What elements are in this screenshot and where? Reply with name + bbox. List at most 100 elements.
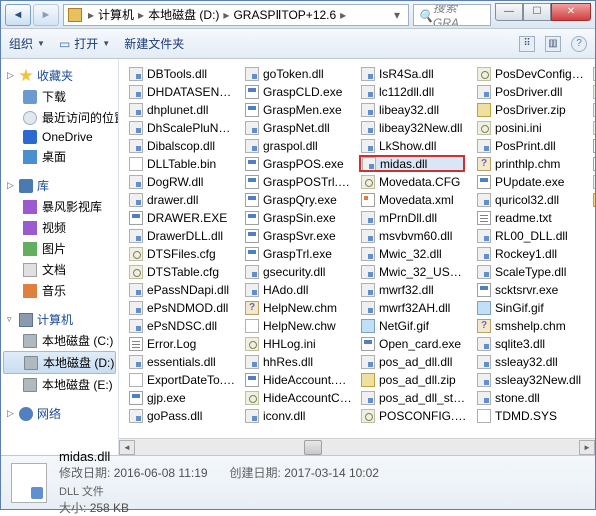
file-item[interactable]: ux32w.dll bbox=[591, 173, 595, 190]
file-item[interactable]: updateRetail.xml bbox=[591, 155, 595, 172]
breadcrumb-part[interactable]: 计算机 bbox=[98, 6, 134, 23]
file-item[interactable]: readme.txt bbox=[475, 209, 587, 226]
file-item[interactable]: update.ini bbox=[591, 119, 595, 136]
file-item[interactable]: Open_card.exe bbox=[359, 335, 471, 352]
file-item[interactable]: PosDriver.zip bbox=[475, 101, 587, 118]
file-item[interactable]: Movedata.CFG bbox=[359, 173, 471, 190]
scroll-left-arrow[interactable]: ◄ bbox=[119, 440, 135, 455]
file-item[interactable]: GraspPOSTrl.exe bbox=[243, 173, 355, 190]
sidebar-item[interactable]: 本地磁盘 (E:) bbox=[1, 374, 118, 395]
file-item[interactable]: DBTools.dll bbox=[127, 65, 239, 82]
file-item[interactable]: SinGif.gif bbox=[475, 299, 587, 316]
file-item[interactable]: ePsNDSC.dll bbox=[127, 317, 239, 334]
file-item[interactable]: Mwic_32_USB.dll bbox=[359, 263, 471, 280]
address-dropdown[interactable]: ▾ bbox=[390, 8, 404, 22]
nav-forward-button[interactable]: ► bbox=[33, 4, 59, 26]
file-item[interactable]: goToken.dll bbox=[243, 65, 355, 82]
file-item[interactable]: DLLTable.bin bbox=[127, 155, 239, 172]
organize-menu[interactable]: 组织▼ bbox=[9, 35, 45, 52]
help-icon[interactable]: ? bbox=[571, 36, 587, 52]
file-item[interactable]: mwrf32AH.dll bbox=[359, 299, 471, 316]
close-button[interactable]: ✕ bbox=[551, 3, 591, 21]
breadcrumb-part[interactable]: 本地磁盘 (D:) bbox=[148, 6, 219, 23]
file-item[interactable]: TradeCfg.CFG bbox=[591, 83, 595, 100]
search-box[interactable]: 🔍 搜索 GRA... bbox=[413, 4, 491, 26]
file-item[interactable]: HelpNew.chw bbox=[243, 317, 355, 334]
maximize-button[interactable]: ☐ bbox=[523, 3, 551, 21]
file-item[interactable]: dhplunet.dll bbox=[127, 101, 239, 118]
horizontal-scrollbar[interactable]: ◄ ► bbox=[119, 438, 595, 455]
file-item[interactable]: GraspSin.exe bbox=[243, 209, 355, 226]
file-item[interactable]: RL00_DLL.dll bbox=[475, 227, 587, 244]
file-item[interactable]: smshelp.chm bbox=[475, 317, 587, 334]
file-item[interactable]: GraspQry.exe bbox=[243, 191, 355, 208]
file-item[interactable]: DrawerDLL.dll bbox=[127, 227, 239, 244]
file-item[interactable]: libeay32New.dll bbox=[359, 119, 471, 136]
sidebar-item[interactable]: 暴风影视库 bbox=[1, 196, 118, 217]
file-item[interactable]: hhRes.dll bbox=[243, 353, 355, 370]
file-item[interactable]: Error.Log bbox=[127, 335, 239, 352]
file-item[interactable]: essentials.dll bbox=[127, 353, 239, 370]
file-item[interactable]: HideAccountConfig.Ini bbox=[243, 389, 355, 406]
file-item[interactable]: GraspTrl.exe bbox=[243, 245, 355, 262]
sidebar-item[interactable]: OneDrive bbox=[1, 128, 118, 146]
sidebar-item[interactable]: 文档 bbox=[1, 259, 118, 280]
sidebar-item[interactable]: 本地磁盘 (D:) bbox=[3, 351, 116, 374]
file-item[interactable]: DHDATASEND.dll bbox=[127, 83, 239, 100]
file-item[interactable]: PosPrint.dll bbox=[475, 137, 587, 154]
file-item[interactable]: quricol32.dll bbox=[475, 191, 587, 208]
file-item[interactable]: GraspSvr.exe bbox=[243, 227, 355, 244]
file-item[interactable]: ExportDateTo.cds bbox=[127, 371, 239, 388]
file-item[interactable]: libeay32.dll bbox=[359, 101, 471, 118]
file-item[interactable]: IsR4Sa.dll bbox=[359, 65, 471, 82]
file-item[interactable]: pos_ad_dll.zip bbox=[359, 371, 471, 388]
file-item[interactable]: TDMD.SYS bbox=[475, 407, 587, 424]
file-item[interactable]: DTSTable.cfg bbox=[127, 263, 239, 280]
nav-back-button[interactable]: ◄ bbox=[5, 4, 31, 26]
file-item[interactable]: HHLog.ini bbox=[243, 335, 355, 352]
file-item[interactable]: DTSFiles.cfg bbox=[127, 245, 239, 262]
file-item[interactable]: iconv.dll bbox=[243, 407, 355, 424]
view-options-icon[interactable]: ⠿ bbox=[519, 36, 535, 52]
file-item[interactable]: vn2 bbox=[591, 191, 595, 208]
address-bar[interactable]: ▸ 计算机 ▸ 本地磁盘 (D:) ▸ GRASPⅡTOP+12.6 ▸ ▾ bbox=[63, 4, 409, 26]
file-item[interactable]: pos_ad_dll_stdcall.dll bbox=[359, 389, 471, 406]
sidebar-item[interactable]: 图片 bbox=[1, 238, 118, 259]
file-item[interactable]: ePassNDapi.dll bbox=[127, 281, 239, 298]
file-item[interactable]: gjp.exe bbox=[127, 389, 239, 406]
open-button[interactable]: ▭ 打开▼ bbox=[59, 35, 110, 52]
file-item[interactable]: Dibalscop.dll bbox=[127, 137, 239, 154]
file-item[interactable]: ssleay32.dll bbox=[475, 353, 587, 370]
file-item[interactable]: HideAccount.exe bbox=[243, 371, 355, 388]
file-item[interactable]: GraspPOS.exe bbox=[243, 155, 355, 172]
file-item[interactable]: pos_ad_dll.dll bbox=[359, 353, 471, 370]
file-item[interactable]: mwrf32.dll bbox=[359, 281, 471, 298]
file-item[interactable]: lc112dll.dll bbox=[359, 83, 471, 100]
file-item[interactable]: DhScalePluNet.dll bbox=[127, 119, 239, 136]
sidebar-item[interactable]: 下载 bbox=[1, 86, 118, 107]
breadcrumb-part[interactable]: GRASPⅡTOP+12.6 bbox=[233, 8, 336, 22]
file-item[interactable]: NetGif.gif bbox=[359, 317, 471, 334]
file-item[interactable]: mPrnDll.dll bbox=[359, 209, 471, 226]
libraries-group[interactable]: ▷ 库 bbox=[1, 175, 118, 196]
file-item[interactable]: TransferEth.dll bbox=[591, 101, 595, 118]
file-item[interactable]: sqlite3.dll bbox=[475, 335, 587, 352]
file-item[interactable]: update.xml bbox=[591, 137, 595, 154]
sidebar-item[interactable]: 最近访问的位置 bbox=[1, 107, 118, 128]
file-item[interactable]: printhlp.chm bbox=[475, 155, 587, 172]
scroll-thumb[interactable] bbox=[304, 440, 322, 455]
file-item[interactable]: scktsrvr.exe bbox=[475, 281, 587, 298]
file-item[interactable]: ssleay32New.dll bbox=[475, 371, 587, 388]
new-folder-button[interactable]: 新建文件夹 bbox=[124, 35, 184, 52]
file-item[interactable]: PosDriver.dll bbox=[475, 83, 587, 100]
sidebar-item[interactable]: 本地磁盘 (C:) bbox=[1, 330, 118, 351]
file-item[interactable]: ePsNDMOD.dll bbox=[127, 299, 239, 316]
file-item[interactable]: PosDevConfig.ini bbox=[475, 65, 587, 82]
sidebar-item[interactable]: 桌面 bbox=[1, 146, 118, 167]
file-item[interactable]: midas.dll bbox=[359, 155, 465, 172]
file-item[interactable]: LkShow.dll bbox=[359, 137, 471, 154]
file-item[interactable]: GraspMen.exe bbox=[243, 101, 355, 118]
file-item[interactable]: stone.dll bbox=[475, 389, 587, 406]
file-item[interactable]: GraspCLD.exe bbox=[243, 83, 355, 100]
file-list[interactable]: DBTools.dllDHDATASEND.dlldhplunet.dllDhS… bbox=[119, 59, 595, 438]
